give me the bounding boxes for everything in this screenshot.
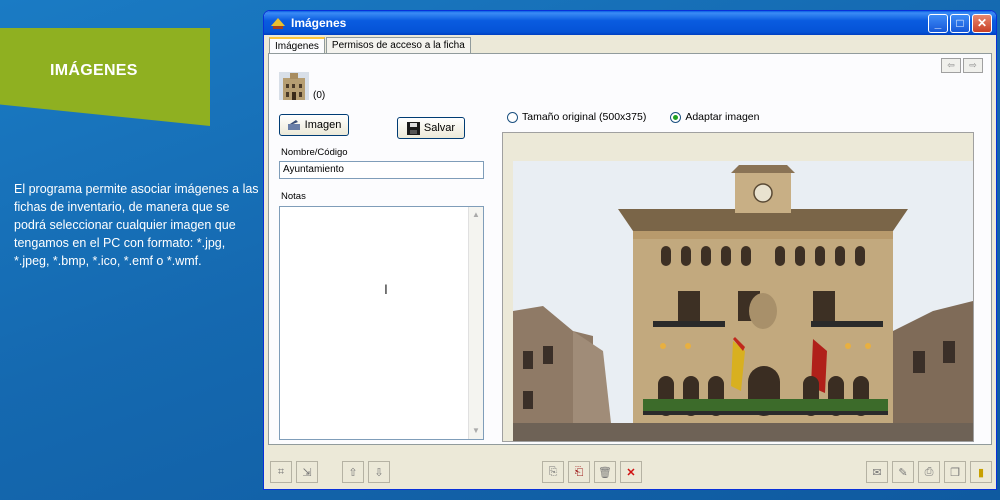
text-cursor-icon: I [384, 281, 388, 297]
radio-original-size[interactable]: Tamaño original (500x375) [507, 111, 646, 123]
radio-adapt-label: Adaptar imagen [685, 111, 760, 123]
next-arrow-icon[interactable]: ⇨ [963, 58, 983, 73]
maximize-button[interactable]: □ [950, 13, 970, 33]
radio-adapt-image[interactable]: Adaptar imagen [670, 111, 759, 123]
move-up-icon[interactable]: ⇧ [342, 461, 364, 483]
scanner-icon [287, 120, 300, 130]
image-thumbnail[interactable] [279, 72, 309, 100]
radio-original-dot [507, 111, 518, 123]
move-down-icon[interactable]: ⇩ [368, 461, 390, 483]
app-icon [271, 18, 285, 29]
copy-record-icon[interactable]: ⎘ [542, 461, 564, 483]
crop-icon[interactable]: ⌗ [270, 461, 292, 483]
salvar-button[interactable]: Salvar [397, 117, 465, 139]
prev-arrow-icon[interactable]: ⇦ [941, 58, 961, 73]
floppy-disk-icon [406, 121, 420, 135]
imagen-button-label: Imagen [304, 119, 342, 131]
print-preview-icon[interactable]: ✎ [892, 461, 914, 483]
images-window: Imágenes _ □ ✕ Imágenes Permisos de acce… [263, 10, 997, 490]
image-preview-frame [502, 132, 974, 442]
print-icon[interactable]: ⎙ [918, 461, 940, 483]
tab-panel: ⇦ ⇨ (0) Imagen Salvar Nombre/Código Ayun… [268, 53, 992, 445]
notes-textarea[interactable]: I ▲ ▼ [279, 206, 484, 440]
salvar-button-label: Salvar [423, 122, 456, 134]
image-size-options: Tamaño original (500x375) Adaptar imagen [507, 111, 759, 123]
radio-original-label: Tamaño original (500x375) [522, 111, 647, 123]
scroll-up-icon[interactable]: ▲ [470, 209, 482, 221]
window-title: Imágenes [291, 16, 347, 30]
resize-icon[interactable]: ⇲ [296, 461, 318, 483]
scroll-down-icon[interactable]: ▼ [470, 425, 482, 437]
notes-scrollbar[interactable]: ▲ ▼ [468, 207, 483, 439]
radio-adapt-dot [670, 111, 682, 123]
close-button[interactable]: ✕ [972, 13, 992, 33]
thumbnail-count: (0) [313, 90, 326, 101]
paste-record-icon[interactable]: ⎗ [568, 461, 590, 483]
open-icon[interactable]: ✉ [866, 461, 888, 483]
building-photo [513, 161, 973, 441]
promo-banner: IMÁGENES [0, 28, 210, 126]
notes-label: Notas [281, 191, 306, 202]
trash-icon[interactable]: 🗑 [594, 461, 616, 483]
imagen-button[interactable]: Imagen [279, 114, 349, 136]
town-hall-image [513, 161, 973, 441]
window-controls: _ □ ✕ [928, 13, 996, 33]
bottom-toolbar: ⌗ ⇲ ⇧ ⇩ ⎘ ⎗ 🗑 ✕ ✉ ✎ ⎙ ❐ ▮ [264, 457, 996, 487]
minimize-button[interactable]: _ [928, 13, 948, 33]
name-label: Nombre/Código [281, 147, 348, 158]
promo-title: IMÁGENES [50, 62, 138, 79]
promo-description: El programa permite asociar imágenes a l… [14, 182, 259, 268]
documents-icon[interactable]: ❐ [944, 461, 966, 483]
window-titlebar[interactable]: Imágenes _ □ ✕ [264, 11, 996, 35]
delete-icon[interactable]: ✕ [620, 461, 642, 483]
building-thumbnail-icon [279, 72, 309, 100]
name-code-field[interactable]: Ayuntamiento [279, 161, 484, 179]
exit-door-icon[interactable]: ▮ [970, 461, 992, 483]
nav-arrows: ⇦ ⇨ [941, 58, 983, 73]
